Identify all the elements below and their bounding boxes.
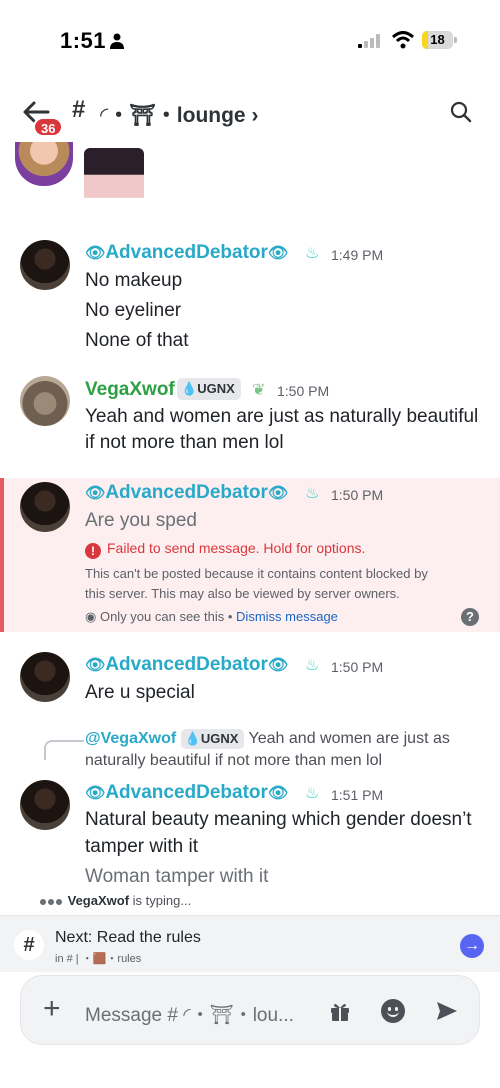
cellular-signal-icon xyxy=(358,34,380,48)
status-bar: 1:51 18 xyxy=(0,0,500,80)
message-text: Natural beauty meaning which gender does… xyxy=(85,809,472,830)
username[interactable]: 👁AdvancedDebator👁 xyxy=(85,242,288,264)
flame-icon: ♨ xyxy=(305,785,320,802)
next-channel-banner[interactable]: # Next: Read the rules in # | ・🟫・rules → xyxy=(0,915,500,972)
help-icon[interactable]: ? xyxy=(461,608,479,626)
role-tag: 💧UGNX xyxy=(180,729,245,749)
message-text: if not more than men lol xyxy=(85,432,284,453)
flame-icon: ♨ xyxy=(305,245,320,262)
unread-count-badge: 36 xyxy=(33,117,64,137)
status-time: 1:51 xyxy=(60,28,107,53)
timestamp: 1:50 PM xyxy=(277,383,330,399)
error-icon: ! xyxy=(85,543,101,559)
dismiss-message-link[interactable]: Dismiss message xyxy=(236,609,338,624)
next-title: Next: Read the rules xyxy=(55,929,201,946)
avatar[interactable] xyxy=(20,240,70,290)
message-text: Yeah and women are just as naturally bea… xyxy=(85,406,479,427)
channel-hash-icon: # xyxy=(72,96,86,123)
leaf-icon: ❦ xyxy=(252,382,266,399)
reply-preview[interactable]: @VegaXwof 💧UGNX Yeah and women are just … xyxy=(85,728,485,772)
timestamp: 1:49 PM xyxy=(331,247,384,263)
send-icon[interactable] xyxy=(435,1000,459,1022)
role-tag: 💧UGNX xyxy=(177,378,241,400)
arrow-right-icon[interactable]: → xyxy=(460,934,484,958)
username[interactable]: 👁AdvancedDebator👁 xyxy=(85,782,288,804)
plus-icon[interactable]: + xyxy=(43,994,61,1024)
search-icon[interactable] xyxy=(450,101,472,123)
timestamp: 1:51 PM xyxy=(331,787,384,803)
username[interactable]: VegaXwof xyxy=(85,379,175,401)
flame-icon: ♨ xyxy=(305,485,320,502)
message-text: tamper with it xyxy=(85,836,198,857)
gift-icon[interactable] xyxy=(329,1000,351,1022)
flame-icon: ♨ xyxy=(305,657,320,674)
person-icon xyxy=(110,33,124,49)
timestamp: 1:50 PM xyxy=(331,487,384,503)
message-text: Woman tamper with it xyxy=(85,866,269,887)
message-text: None of that xyxy=(85,330,189,351)
avatar[interactable] xyxy=(20,376,70,426)
avatar[interactable] xyxy=(20,780,70,830)
message-text: No makeup xyxy=(85,270,183,291)
message-input[interactable]: Message # ◜・⛩・lou... xyxy=(85,1000,294,1027)
message-text: Are you sped xyxy=(85,510,197,531)
username[interactable]: 👁AdvancedDebator👁 xyxy=(85,482,288,504)
emoji-icon[interactable] xyxy=(381,999,405,1023)
avatar[interactable] xyxy=(15,142,73,186)
eye-icon: ◉ xyxy=(85,609,97,624)
hash-icon: # xyxy=(14,930,44,960)
message-text: Are u special xyxy=(85,682,195,703)
avatar[interactable] xyxy=(20,652,70,702)
message-composer[interactable]: + Message # ◜・⛩・lou... xyxy=(20,975,480,1045)
message-text: No eyeliner xyxy=(85,300,182,321)
avatar[interactable] xyxy=(20,482,70,532)
failed-message[interactable]: 👁AdvancedDebator👁 ♨ 1:50 PM Are you sped… xyxy=(0,478,500,632)
error-message[interactable]: ! Failed to send message. Hold for option… xyxy=(85,540,365,559)
battery-level: 18 xyxy=(430,32,445,47)
message-list[interactable]: 👁AdvancedDebator👁 ♨ 1:49 PM No makeup No… xyxy=(0,142,500,914)
battery-indicator: 18 xyxy=(422,31,458,49)
typing-indicator: VegaXwof is typing... xyxy=(40,893,191,908)
username[interactable]: 👁AdvancedDebator👁 xyxy=(85,654,288,676)
blocked-note: This can't be posted because it contains… xyxy=(85,566,428,601)
sticker-image[interactable] xyxy=(84,148,144,214)
ephemeral-note: ◉ Only you can see this • Dismiss messag… xyxy=(85,609,338,624)
reply-connector xyxy=(44,740,84,760)
next-subtitle: in # | ・🟫・rules xyxy=(55,953,142,965)
wifi-icon xyxy=(392,31,414,49)
timestamp: 1:50 PM xyxy=(331,659,384,675)
channel-title[interactable]: ◜・⛩・lounge › xyxy=(100,99,258,129)
channel-header: 36 # ◜・⛩・lounge › xyxy=(0,80,500,142)
